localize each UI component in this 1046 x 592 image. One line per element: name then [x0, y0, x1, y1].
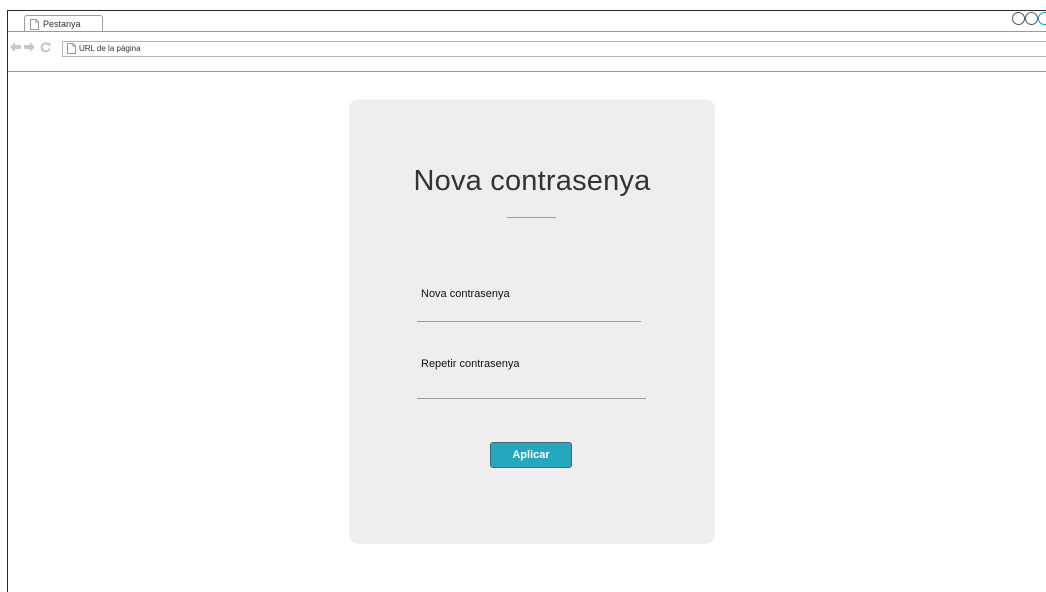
password-card: Nova contrasenya Nova contrasenya Repeti…	[349, 99, 715, 544]
window-control-icon[interactable]	[1012, 12, 1025, 25]
browser-tab[interactable]: Pestanya	[24, 15, 103, 32]
title-underline	[507, 217, 556, 218]
window-control-icon[interactable]	[1025, 12, 1038, 25]
forward-arrow-icon[interactable]	[24, 42, 35, 52]
tab-label: Pestanya	[43, 19, 81, 29]
page-title: Nova contrasenya	[413, 165, 651, 197]
toolbar-divider	[8, 71, 1046, 72]
new-password-label: Nova contrasenya	[421, 288, 510, 300]
window-control-icon[interactable]	[1038, 12, 1046, 25]
window-controls	[1012, 12, 1046, 26]
page-icon	[30, 19, 39, 30]
navigation-buttons	[10, 41, 70, 57]
tab-strip-divider	[8, 31, 1046, 32]
url-bar[interactable]: URL de la pàgina	[62, 41, 1046, 57]
repeat-password-input[interactable]	[417, 380, 646, 399]
back-arrow-icon[interactable]	[10, 42, 21, 52]
url-text: URL de la pàgina	[79, 44, 141, 53]
new-password-input[interactable]	[417, 303, 641, 322]
reload-icon[interactable]	[40, 42, 51, 53]
apply-button[interactable]: Aplicar	[490, 442, 572, 468]
page-icon	[67, 43, 76, 54]
repeat-password-label: Repetir contrasenya	[421, 358, 520, 370]
